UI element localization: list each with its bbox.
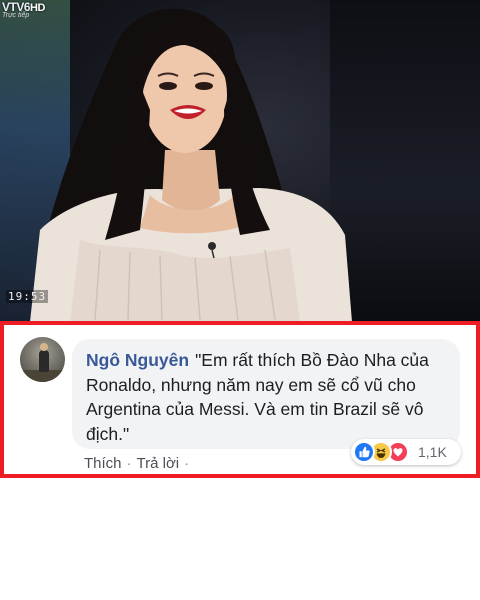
comment-actions: Thích · Trả lời · bbox=[84, 455, 194, 472]
reaction-summary[interactable]: 1,1K bbox=[351, 439, 461, 465]
like-link[interactable]: Thích bbox=[84, 455, 122, 472]
reaction-count: 1,1K bbox=[418, 444, 447, 460]
channel-subtitle: Trực tiếp bbox=[2, 12, 30, 19]
action-separator: · bbox=[126, 455, 132, 472]
video-frame: VTV6HD Trực tiếp 19:53 bbox=[0, 0, 480, 322]
avatar-person-head bbox=[40, 343, 48, 351]
video-timestamp: 19:53 bbox=[6, 290, 49, 303]
action-separator: · bbox=[184, 455, 190, 472]
avatar-person-body bbox=[39, 350, 49, 372]
comment-bubble: Ngô Nguyên "Em rất thích Bồ Đào Nha của R… bbox=[72, 339, 460, 449]
comment-body: Ngô Nguyên "Em rất thích Bồ Đào Nha của R… bbox=[86, 348, 446, 446]
avatar[interactable] bbox=[20, 337, 65, 382]
like-icon bbox=[353, 441, 375, 463]
woman-figure bbox=[30, 8, 352, 322]
channel-logo-hd: HD bbox=[30, 2, 45, 14]
reply-link[interactable]: Trả lời bbox=[137, 455, 180, 472]
comment-highlight-frame: Ngô Nguyên "Em rất thích Bồ Đào Nha của R… bbox=[0, 321, 480, 478]
comment-author-link[interactable]: Ngô Nguyên bbox=[86, 350, 189, 370]
